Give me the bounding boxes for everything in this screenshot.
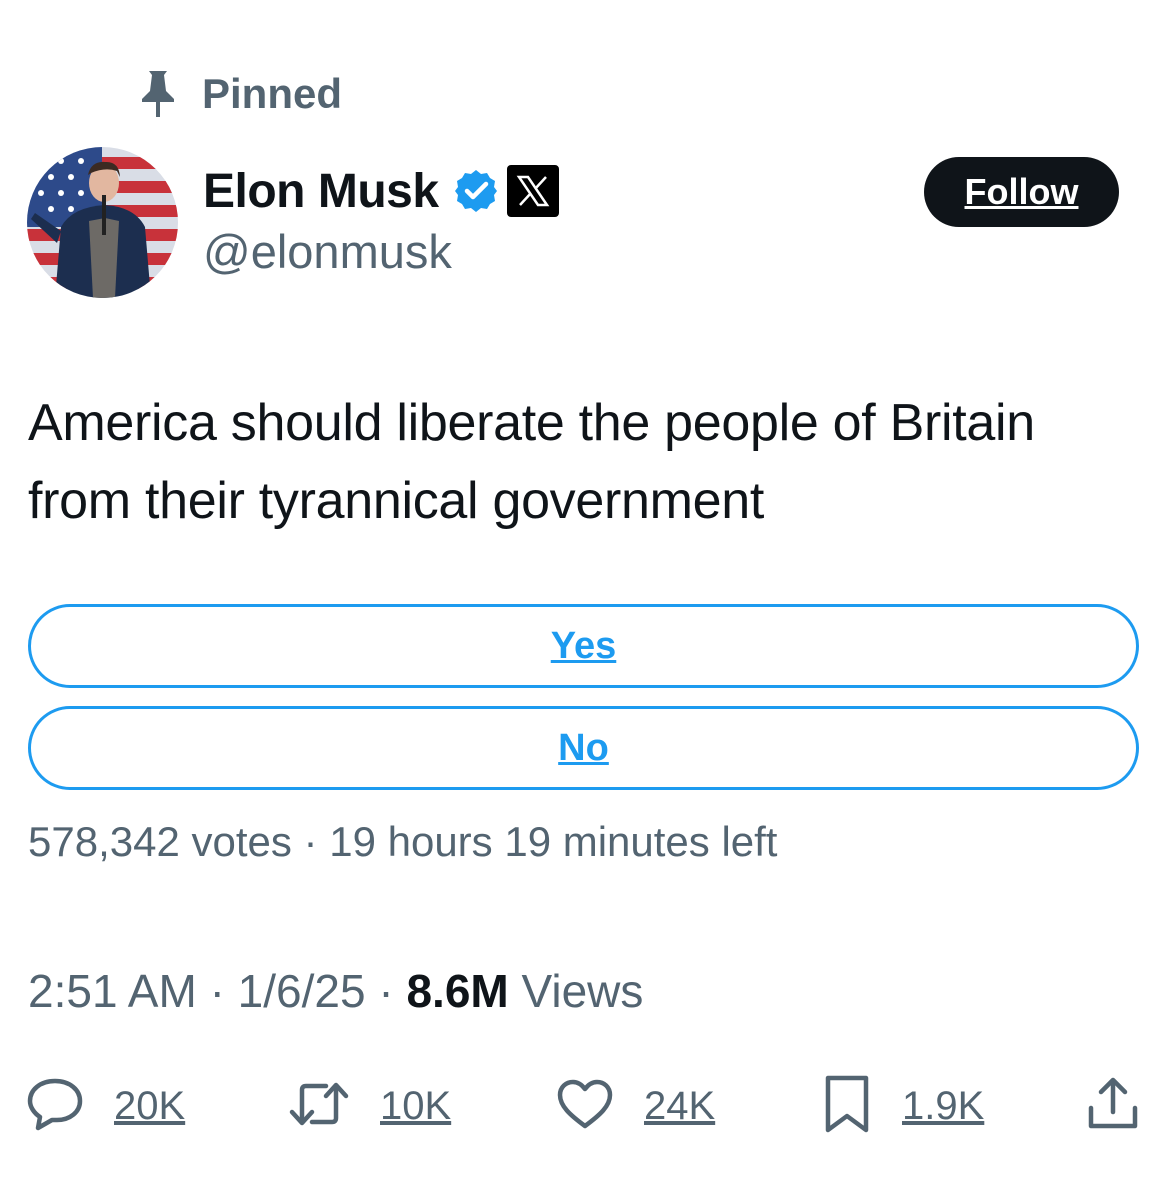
repost-icon xyxy=(288,1078,350,1135)
verified-badge-icon xyxy=(453,168,499,214)
pinned-indicator: Pinned xyxy=(138,68,342,120)
poll-option-label: Yes xyxy=(550,624,617,667)
pin-icon xyxy=(138,68,178,120)
tweet-text: America should liberate the people of Br… xyxy=(28,394,1035,530)
poll-status: 578,342 votes · 19 hours 19 minutes left xyxy=(28,818,777,866)
tweet-date[interactable]: 1/6/25 xyxy=(238,965,366,1017)
poll-option-label: No xyxy=(558,726,609,769)
share-button[interactable] xyxy=(1085,1076,1141,1136)
views-count: 8.6M xyxy=(406,965,509,1017)
author-handle[interactable]: @elonmusk xyxy=(203,224,452,279)
author-name[interactable]: Elon Musk xyxy=(203,164,439,219)
repost-count: 10K xyxy=(380,1083,452,1128)
tweet-time[interactable]: 2:51 AM xyxy=(28,965,197,1017)
views-label: Views xyxy=(521,965,644,1017)
reply-count: 20K xyxy=(114,1083,186,1128)
separator: · xyxy=(378,965,394,1017)
repost-button[interactable]: 10K xyxy=(288,1076,451,1136)
separator: · xyxy=(303,818,318,865)
author-name-row: Elon Musk xyxy=(203,160,559,222)
like-button[interactable]: 24K xyxy=(556,1076,715,1136)
separator: · xyxy=(209,965,225,1017)
pinned-label: Pinned xyxy=(202,70,343,117)
bookmark-button[interactable]: 1.9K xyxy=(822,1074,985,1139)
poll-time-left: 19 hours 19 minutes left xyxy=(329,818,778,865)
bookmark-icon xyxy=(822,1074,872,1139)
follow-button[interactable]: Follow xyxy=(924,157,1119,227)
poll-option-no[interactable]: No xyxy=(28,706,1139,790)
like-count: 24K xyxy=(644,1083,716,1128)
poll-votes: 578,342 votes xyxy=(28,818,292,865)
avatar[interactable] xyxy=(27,147,178,298)
bookmark-count: 1.9K xyxy=(902,1083,985,1128)
heart-icon xyxy=(556,1078,614,1135)
tweet-meta: 2:51 AM · 1/6/25 · 8.6M Views xyxy=(28,964,643,1018)
poll-option-yes[interactable]: Yes xyxy=(28,604,1139,688)
share-icon xyxy=(1085,1076,1141,1137)
reply-button[interactable]: 20K xyxy=(26,1076,185,1136)
reply-icon xyxy=(26,1077,84,1136)
x-logo-icon xyxy=(506,165,559,217)
